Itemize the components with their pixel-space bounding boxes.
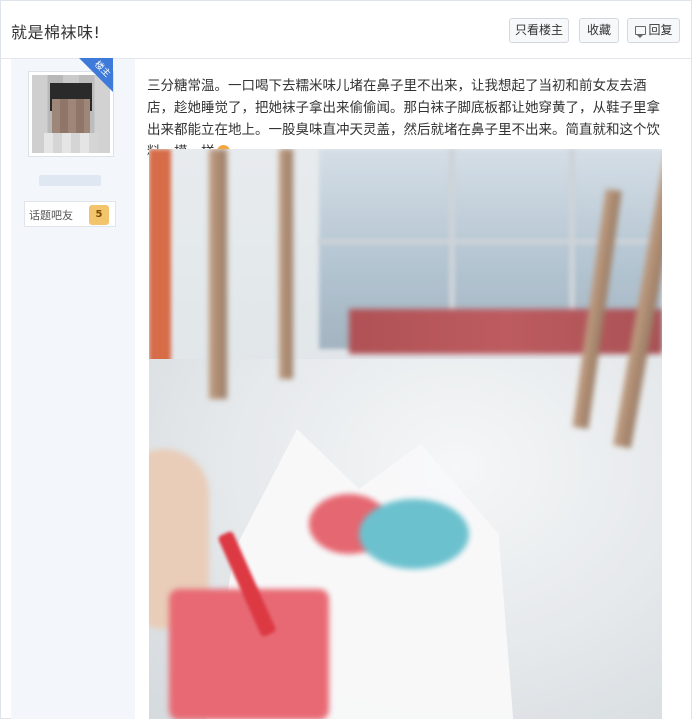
post-content: 三分糖常温。一口喝下去糯米味儿堵在鼻子里不出来，让我想起了当初和前女友去酒店，趁… <box>135 59 691 719</box>
member-badge[interactable]: 话题吧友 5 <box>24 201 116 227</box>
only-op-button[interactable]: 只看楼主 <box>509 18 569 43</box>
comment-icon <box>635 26 646 38</box>
username[interactable] <box>39 175 101 186</box>
post-image[interactable] <box>149 149 662 719</box>
level-star-icon: 5 <box>89 205 109 225</box>
badge-text: 话题吧友 <box>29 209 73 222</box>
thread-page: 就是棉袜味! 只看楼主 收藏 回复 楼主 话题吧友 5 三分糖常温。一口喝下去糯… <box>0 0 692 719</box>
collect-button[interactable]: 收藏 <box>579 18 619 43</box>
thread-header: 就是棉袜味! 只看楼主 收藏 回复 <box>1 1 691 59</box>
thread-title: 就是棉袜味! <box>11 23 101 42</box>
author-sidebar: 楼主 话题吧友 5 <box>11 58 135 719</box>
reply-button-label: 回复 <box>648 23 673 37</box>
reply-button[interactable]: 回复 <box>627 18 680 43</box>
